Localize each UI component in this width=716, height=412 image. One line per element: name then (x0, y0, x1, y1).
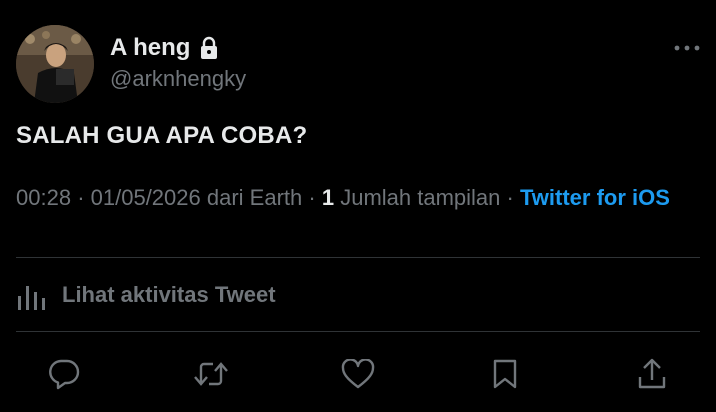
like-icon (341, 359, 375, 389)
divider (16, 257, 700, 258)
share-icon (637, 358, 667, 390)
more-icon[interactable] (672, 38, 702, 58)
lock-icon (199, 36, 219, 60)
reply-icon (47, 358, 81, 390)
meta-separator: · (77, 185, 85, 210)
like-button[interactable] (334, 352, 382, 396)
bookmark-icon (491, 358, 519, 390)
display-name[interactable]: A heng (110, 34, 190, 62)
avatar-image (16, 25, 94, 103)
meta-separator: · (506, 185, 514, 210)
views-count: 1 (321, 185, 335, 210)
divider (16, 331, 700, 332)
reply-button[interactable] (40, 352, 88, 396)
activity-label: Lihat aktivitas Tweet (62, 282, 276, 307)
bar-chart-icon (16, 278, 50, 312)
tweet-action-bar (40, 352, 676, 396)
meta-separator: · (308, 185, 316, 210)
user-handle[interactable]: @arknhengky (110, 66, 246, 92)
user-name-row[interactable]: A heng (110, 34, 219, 62)
retweet-button[interactable] (187, 352, 235, 396)
share-button[interactable] (628, 352, 676, 396)
avatar[interactable] (16, 25, 94, 103)
tweet-activity-link[interactable]: Lihat aktivitas Tweet (16, 278, 276, 312)
tweet-meta: 00:28 · 01/05/2026 dari Earth · 1 Jumlah… (16, 184, 706, 212)
tweet-date[interactable]: 01/05/2026 (91, 185, 201, 210)
tweet-text: SALAH GUA APA COBA? (16, 122, 308, 149)
tweet-location: dari Earth (206, 185, 303, 210)
views-label: Jumlah tampilan (340, 185, 501, 210)
tweet-time[interactable]: 00:28 (16, 185, 71, 210)
bookmark-button[interactable] (481, 352, 529, 396)
retweet-icon (193, 359, 229, 389)
tweet-source-link[interactable]: Twitter for iOS (520, 185, 670, 210)
